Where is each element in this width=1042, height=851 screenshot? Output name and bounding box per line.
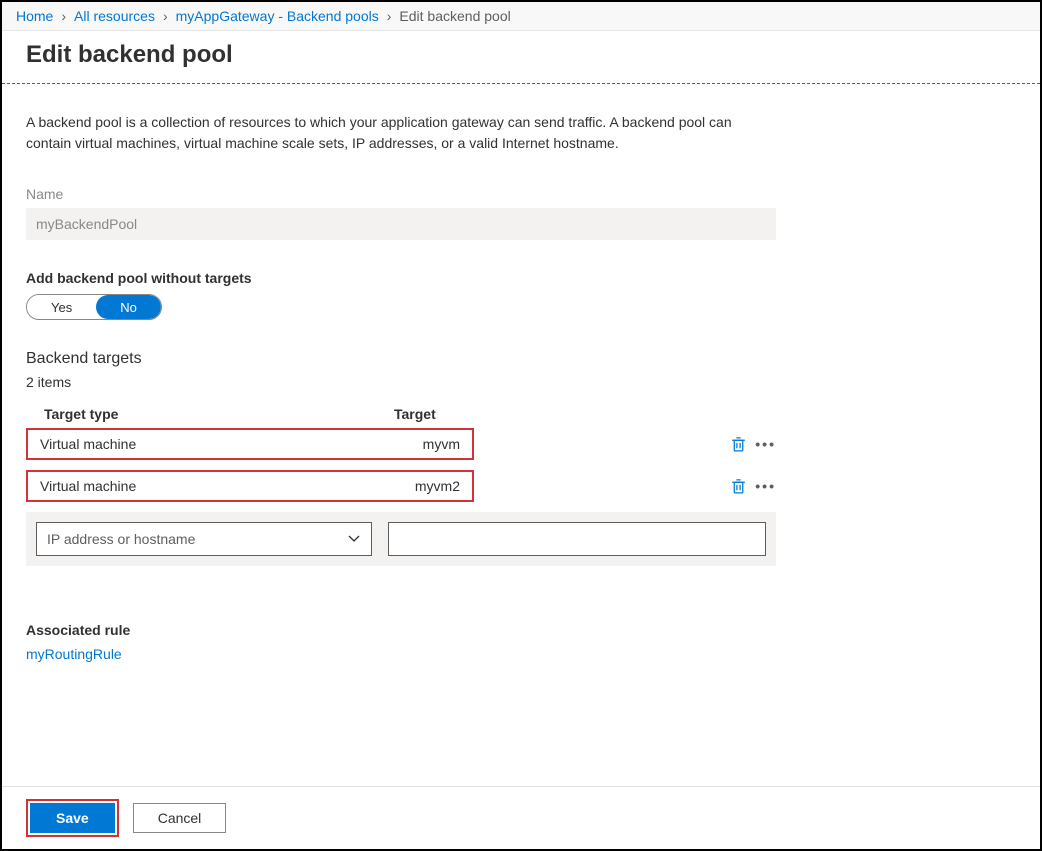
target-type-value: Virtual machine bbox=[40, 478, 378, 494]
page-title: Edit backend pool bbox=[2, 31, 1040, 84]
target-row: Virtual machine myvm2 bbox=[26, 470, 474, 502]
target-type-dropdown-value: IP address or hostname bbox=[47, 531, 195, 547]
target-value-input[interactable] bbox=[388, 522, 766, 556]
more-icon[interactable]: ••• bbox=[755, 478, 776, 494]
delete-icon[interactable] bbox=[730, 478, 747, 495]
save-button[interactable]: Save bbox=[30, 803, 115, 833]
breadcrumb-link-all-resources[interactable]: All resources bbox=[74, 8, 155, 24]
cancel-button[interactable]: Cancel bbox=[133, 803, 227, 833]
chevron-right-icon: › bbox=[163, 8, 168, 24]
backend-targets-heading: Backend targets bbox=[26, 350, 1016, 368]
chevron-down-icon bbox=[347, 531, 361, 548]
column-header-target-type: Target type bbox=[44, 406, 394, 422]
breadcrumb: Home › All resources › myAppGateway - Ba… bbox=[2, 2, 1040, 31]
name-input[interactable] bbox=[26, 208, 776, 240]
associated-rule-link[interactable]: myRoutingRule bbox=[26, 646, 122, 662]
page-description: A backend pool is a collection of resour… bbox=[26, 112, 766, 154]
without-targets-toggle[interactable]: Yes No bbox=[26, 294, 162, 320]
name-label: Name bbox=[26, 186, 1016, 202]
associated-rule-heading: Associated rule bbox=[26, 622, 1016, 638]
breadcrumb-link-app-gateway[interactable]: myAppGateway - Backend pools bbox=[176, 8, 379, 24]
breadcrumb-current: Edit backend pool bbox=[399, 8, 510, 24]
more-icon[interactable]: ••• bbox=[755, 436, 776, 452]
footer: Save Cancel bbox=[2, 786, 1040, 849]
breadcrumb-link-home[interactable]: Home bbox=[16, 8, 53, 24]
without-targets-label: Add backend pool without targets bbox=[26, 270, 1016, 286]
column-header-target: Target bbox=[394, 406, 758, 422]
target-type-dropdown[interactable]: IP address or hostname bbox=[36, 522, 372, 556]
toggle-no[interactable]: No bbox=[96, 295, 161, 319]
new-target-row: IP address or hostname bbox=[26, 512, 776, 566]
target-row: Virtual machine myvm bbox=[26, 428, 474, 460]
target-value: myvm2 bbox=[378, 478, 460, 494]
chevron-right-icon: › bbox=[61, 8, 66, 24]
target-type-value: Virtual machine bbox=[40, 436, 378, 452]
backend-targets-count: 2 items bbox=[26, 374, 1016, 390]
target-value: myvm bbox=[378, 436, 460, 452]
delete-icon[interactable] bbox=[730, 436, 747, 453]
chevron-right-icon: › bbox=[387, 8, 392, 24]
toggle-yes[interactable]: Yes bbox=[27, 295, 96, 319]
